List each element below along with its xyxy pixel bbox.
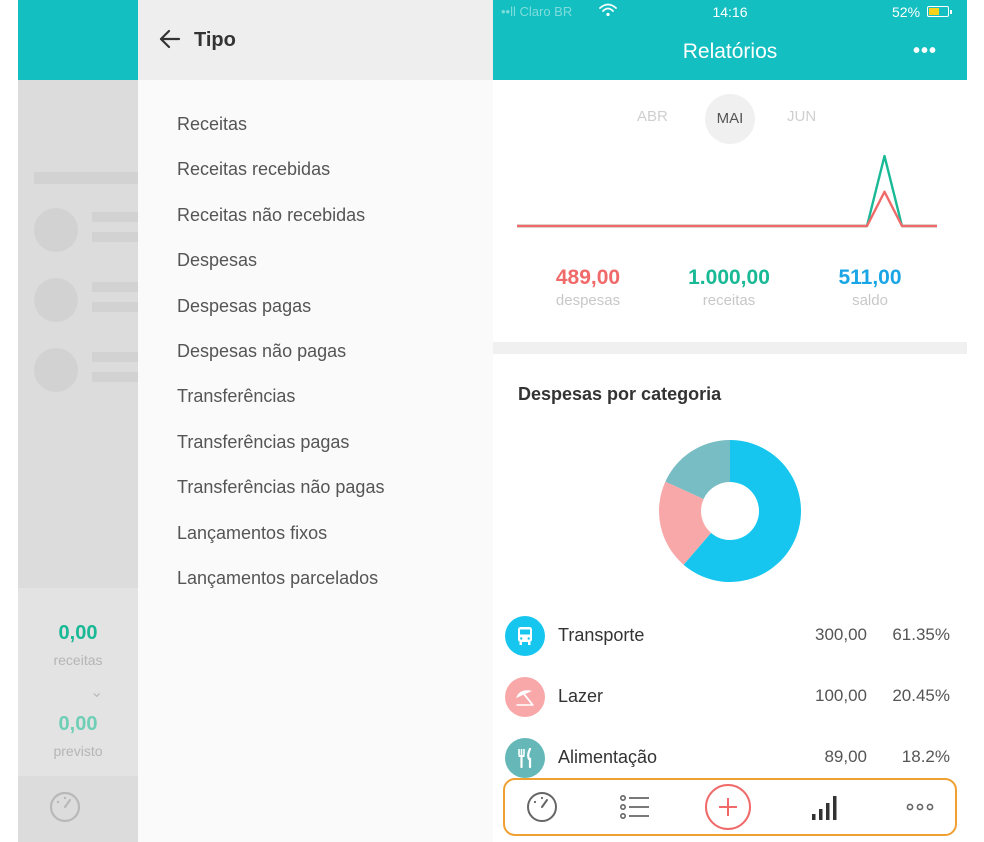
saldo-label: saldo	[852, 292, 888, 309]
summary-despesas: 489,00 despesas	[518, 266, 658, 309]
category-name: Transporte	[558, 625, 645, 645]
type-option-receitas-recebidas[interactable]: Receitas recebidas	[177, 147, 384, 192]
reports-screen: ••ll Claro BR 14:16 52% Relatórios ••• A…	[493, 0, 967, 842]
month-prev[interactable]: ABR	[637, 108, 668, 125]
add-plus-icon[interactable]	[704, 783, 752, 836]
type-filter-panel: Tipo Receitas Receitas recebidas Receita…	[138, 0, 493, 842]
background-receitas-value: 0,00	[58, 622, 98, 644]
receitas-label: receitas	[702, 292, 756, 309]
type-option-despesas[interactable]: Despesas	[177, 238, 384, 283]
summary-receitas: 1.000,00 receitas	[659, 266, 799, 309]
background-placeholder-line	[92, 212, 138, 222]
summary-saldo: 511,00 saldo	[800, 266, 940, 309]
receitas-value: 1.000,00	[688, 266, 770, 289]
category-name: Lazer	[558, 686, 604, 706]
despesas-label: despesas	[555, 292, 621, 309]
chevron-down-icon: ⌄	[90, 684, 104, 701]
category-name: Alimentação	[558, 747, 658, 767]
category-percent: 18.2%	[901, 747, 950, 766]
fork-knife-icon	[505, 738, 545, 778]
battery-percent: 52%	[892, 4, 921, 20]
background-previsto-value: 0,00	[58, 713, 98, 735]
category-row-transporte[interactable]: Transporte 300,00 61.35%	[505, 616, 955, 660]
type-option-transferencias[interactable]: Transferências	[177, 374, 384, 419]
balance-line-chart	[517, 154, 937, 228]
background-placeholder-avatar	[34, 278, 78, 322]
type-option-despesas-nao-pagas[interactable]: Despesas não pagas	[177, 329, 384, 374]
gauge-icon	[48, 790, 82, 829]
type-filter-header: Tipo	[138, 0, 493, 80]
umbrella-icon	[505, 677, 545, 717]
dashboard-gauge-icon[interactable]	[525, 790, 559, 829]
transactions-list-icon[interactable]	[618, 790, 652, 829]
category-percent: 61.35%	[892, 625, 950, 644]
despesas-value: 489,00	[555, 266, 621, 289]
type-option-transferencias-nao-pagas[interactable]: Transferências não pagas	[177, 465, 384, 510]
bus-icon	[505, 616, 545, 656]
category-amount: 300,00	[815, 625, 867, 644]
background-receitas-label: receitas	[53, 652, 103, 668]
category-amount: 89,00	[824, 747, 867, 766]
background-placeholder-line	[92, 302, 138, 312]
category-amount: 100,00	[815, 686, 867, 705]
category-percent: 20.45%	[892, 686, 950, 705]
background-app-header	[18, 0, 138, 80]
back-arrow-icon[interactable]	[158, 27, 182, 56]
bottom-navigation	[503, 778, 957, 836]
reports-top-bar: ••ll Claro BR 14:16 52% Relatórios •••	[493, 0, 967, 80]
background-placeholder-line	[92, 282, 138, 292]
background-placeholder-line	[92, 372, 138, 382]
more-options-button[interactable]: •••	[913, 40, 937, 63]
month-next[interactable]: JUN	[787, 108, 816, 125]
type-option-transferencias-pagas[interactable]: Transferências pagas	[177, 420, 384, 465]
type-option-despesas-pagas[interactable]: Despesas pagas	[177, 284, 384, 329]
background-placeholder-line	[92, 352, 138, 362]
type-filter-list: Receitas Receitas recebidas Receitas não…	[177, 102, 384, 601]
background-placeholder-avatar	[34, 348, 78, 392]
type-filter-title: Tipo	[194, 29, 236, 51]
categories-title: Despesas por categoria	[518, 384, 722, 404]
background-previsto-label: previsto	[53, 743, 103, 759]
type-option-receitas[interactable]: Receitas	[177, 102, 384, 147]
category-row-alimentacao[interactable]: Alimentação 89,00 18.2%	[505, 738, 955, 782]
background-placeholder-bar	[34, 172, 138, 184]
income-series-line	[517, 154, 937, 228]
type-option-receitas-nao-recebidas[interactable]: Receitas não recebidas	[177, 193, 384, 238]
reports-bars-icon[interactable]	[808, 790, 842, 829]
category-row-lazer[interactable]: Lazer 100,00 20.45%	[505, 677, 955, 721]
month-current[interactable]: MAI	[705, 94, 755, 144]
battery-icon	[927, 6, 952, 17]
reports-title: Relatórios	[682, 40, 778, 63]
expenses-donut-chart	[659, 440, 801, 582]
month-selector: ABR MAI JUN	[493, 94, 967, 144]
more-dots-icon[interactable]	[903, 790, 937, 829]
type-option-lancamentos-fixos[interactable]: Lançamentos fixos	[177, 511, 384, 556]
background-placeholder-avatar	[34, 208, 78, 252]
type-option-lancamentos-parcelados[interactable]: Lançamentos parcelados	[177, 556, 384, 601]
background-placeholder-line	[92, 232, 138, 242]
saldo-value: 511,00	[838, 266, 902, 289]
section-divider	[493, 342, 967, 354]
